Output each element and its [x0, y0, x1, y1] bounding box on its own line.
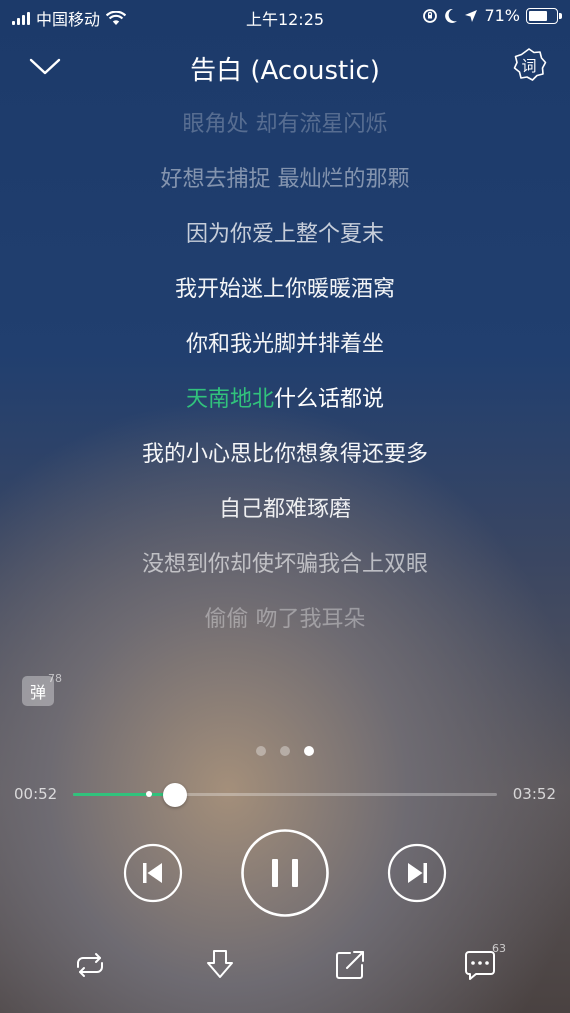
progress-row: 00:52 03:52 [0, 780, 570, 810]
page-dot[interactable] [256, 746, 266, 756]
orientation-lock-icon [423, 8, 438, 23]
page-indicator [0, 746, 570, 756]
battery-fill [529, 10, 548, 21]
play-pause-button[interactable] [240, 828, 330, 918]
battery-icon [526, 7, 562, 24]
download-icon [207, 950, 233, 978]
current-time: 00:52 [14, 785, 58, 803]
lyric-sung-part: 天南地北 [185, 387, 274, 412]
lyric-line: 眼角处 却有流星闪烁 [182, 112, 388, 137]
battery-percent: 71% [484, 6, 520, 25]
skip-previous-icon [123, 843, 183, 903]
location-icon [465, 9, 478, 22]
comment-count: 63 [492, 942, 506, 955]
share-icon [336, 951, 364, 979]
repeat-icon [77, 953, 103, 977]
page-dot[interactable] [280, 746, 290, 756]
lyric-line: 偷偷 吻了我耳朵 [204, 607, 366, 632]
danmu-label: 弹 [29, 683, 46, 702]
progress-slider[interactable] [73, 783, 497, 807]
lyric-settings-button[interactable]: 词 [510, 46, 548, 84]
previous-button[interactable] [123, 843, 183, 903]
download-button[interactable] [200, 945, 240, 985]
pause-icon [241, 829, 329, 917]
status-bar: 中国移动 上午12:25 71% [0, 0, 570, 32]
page-dot-active[interactable] [304, 746, 314, 756]
repeat-button[interactable] [70, 945, 110, 985]
lyric-line: 没想到你却使坏骗我合上双眼 [141, 552, 428, 577]
lyric-line: 你和我光脚并排着坐 [185, 332, 384, 357]
share-button[interactable] [330, 945, 370, 985]
lyric-settings-icon: 词 [513, 48, 547, 81]
status-right: 71% [422, 6, 562, 25]
player-header: 告白 (Acoustic) 词 [0, 40, 570, 90]
skip-next-icon [387, 843, 447, 903]
lyric-unsung-part: 什么话都说 [274, 387, 385, 412]
total-time: 03:52 [512, 785, 556, 803]
progress-knob[interactable] [162, 783, 187, 807]
lyric-line: 我开始迷上你暖暖酒窝 [174, 277, 395, 302]
lyric-line: 好想去捕捉 最灿烂的那颗 [160, 167, 410, 192]
lyric-line: 我的小心思比你想象得还要多 [141, 442, 428, 467]
danmu-count: 78 [48, 672, 62, 685]
moon-icon [445, 8, 458, 23]
comment-button[interactable]: 63 [460, 942, 506, 985]
bottom-toolbar: 63 [0, 942, 570, 993]
song-title: 告白 (Acoustic) [190, 56, 380, 86]
buffer-marker [146, 791, 153, 797]
lyric-line: 因为你爱上整个夏末 [185, 222, 384, 247]
danmu-button[interactable]: 弹 78 [22, 672, 62, 716]
next-button[interactable] [387, 843, 447, 903]
lyric-line-current: 天南地北什么话都说 [0, 381, 570, 413]
lyric-settings-label: 词 [521, 57, 536, 75]
lyrics-panel[interactable]: 眼角处 却有流星闪烁 好想去捕捉 最灿烂的那颗 因为你爱上整个夏末 我开始迷上你… [0, 100, 570, 640]
lyric-line: 自己都难琢磨 [218, 497, 351, 522]
playback-controls [0, 828, 570, 920]
progress-played [73, 793, 175, 796]
